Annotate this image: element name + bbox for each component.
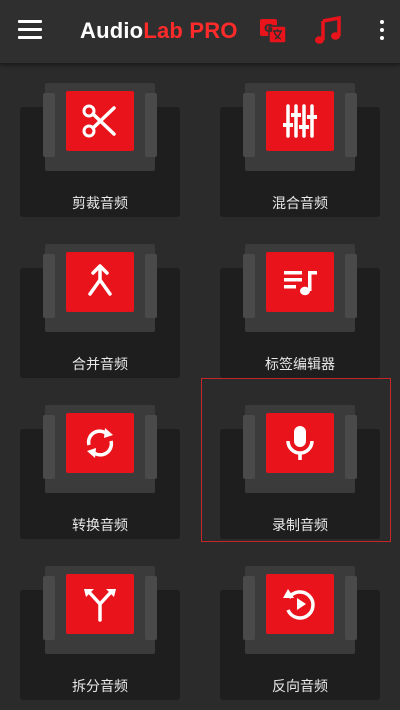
tile-record-audio[interactable]: 录制音频 bbox=[201, 378, 391, 542]
tile-mix-audio[interactable]: 混合音频 bbox=[220, 77, 380, 227]
tile-trim-audio[interactable]: 剪裁音频 bbox=[20, 77, 180, 227]
app-title-pro: PRO bbox=[183, 18, 238, 43]
tile-tab-left bbox=[243, 415, 255, 479]
tile-tab-right bbox=[145, 93, 157, 157]
tile-convert-audio[interactable]: 转换音频 bbox=[20, 399, 180, 549]
tile-tab-right bbox=[145, 254, 157, 318]
more-vertical-icon[interactable] bbox=[378, 20, 386, 42]
tile-merge-audio[interactable]: 合并音频 bbox=[20, 238, 180, 388]
app-title: AudioLab PRO bbox=[80, 18, 238, 44]
tile-tab-right bbox=[145, 576, 157, 640]
svg-text:G: G bbox=[264, 22, 273, 35]
app-title-lab: Lab bbox=[143, 18, 184, 43]
tile-label: 剪裁音频 bbox=[72, 196, 128, 212]
tile-reverse-audio[interactable]: 反向音频 bbox=[220, 560, 380, 710]
menu-icon[interactable] bbox=[18, 20, 42, 40]
reverse-icon bbox=[266, 574, 334, 634]
tile-label: 标签编辑器 bbox=[265, 357, 335, 373]
tile-tab-left bbox=[43, 254, 55, 318]
tile-label: 拆分音频 bbox=[72, 679, 128, 695]
music-note-icon[interactable] bbox=[314, 15, 342, 50]
scissors-icon bbox=[66, 91, 134, 151]
convert-sync-icon bbox=[66, 413, 134, 473]
tile-label: 录制音频 bbox=[272, 518, 328, 534]
tile-split-audio[interactable]: 拆分音频 bbox=[20, 560, 180, 710]
tile-tab-left bbox=[243, 576, 255, 640]
mixer-sliders-icon bbox=[266, 91, 334, 151]
tile-tab-left bbox=[43, 576, 55, 640]
tools-grid: 剪裁音频 混合音频 合并音频 标签编辑器 转换音频 录制音频 拆分音频 反向音频 bbox=[0, 63, 400, 710]
tile-tag-editor[interactable]: 标签编辑器 bbox=[220, 238, 380, 388]
tile-tab-right bbox=[145, 415, 157, 479]
tile-tab-left bbox=[243, 93, 255, 157]
tile-tab-left bbox=[43, 415, 55, 479]
tile-tab-right bbox=[345, 254, 357, 318]
split-icon bbox=[66, 574, 134, 634]
microphone-icon bbox=[266, 413, 334, 473]
app-title-audio: Audio bbox=[80, 18, 144, 43]
app-bar: AudioLab PRO G bbox=[0, 0, 400, 63]
playlist-music-icon bbox=[266, 252, 334, 312]
tile-label: 转换音频 bbox=[72, 518, 128, 534]
tile-tab-right bbox=[345, 415, 357, 479]
translate-icon[interactable]: G bbox=[258, 16, 288, 50]
tile-label: 合并音频 bbox=[72, 357, 128, 373]
tile-label: 混合音频 bbox=[272, 196, 328, 212]
tile-label: 反向音频 bbox=[272, 679, 328, 695]
tile-tab-left bbox=[243, 254, 255, 318]
merge-icon bbox=[66, 252, 134, 312]
tile-tab-right bbox=[345, 93, 357, 157]
tile-record-inner: 录制音频 bbox=[220, 399, 380, 549]
tile-tab-right bbox=[345, 576, 357, 640]
tile-tab-left bbox=[43, 93, 55, 157]
